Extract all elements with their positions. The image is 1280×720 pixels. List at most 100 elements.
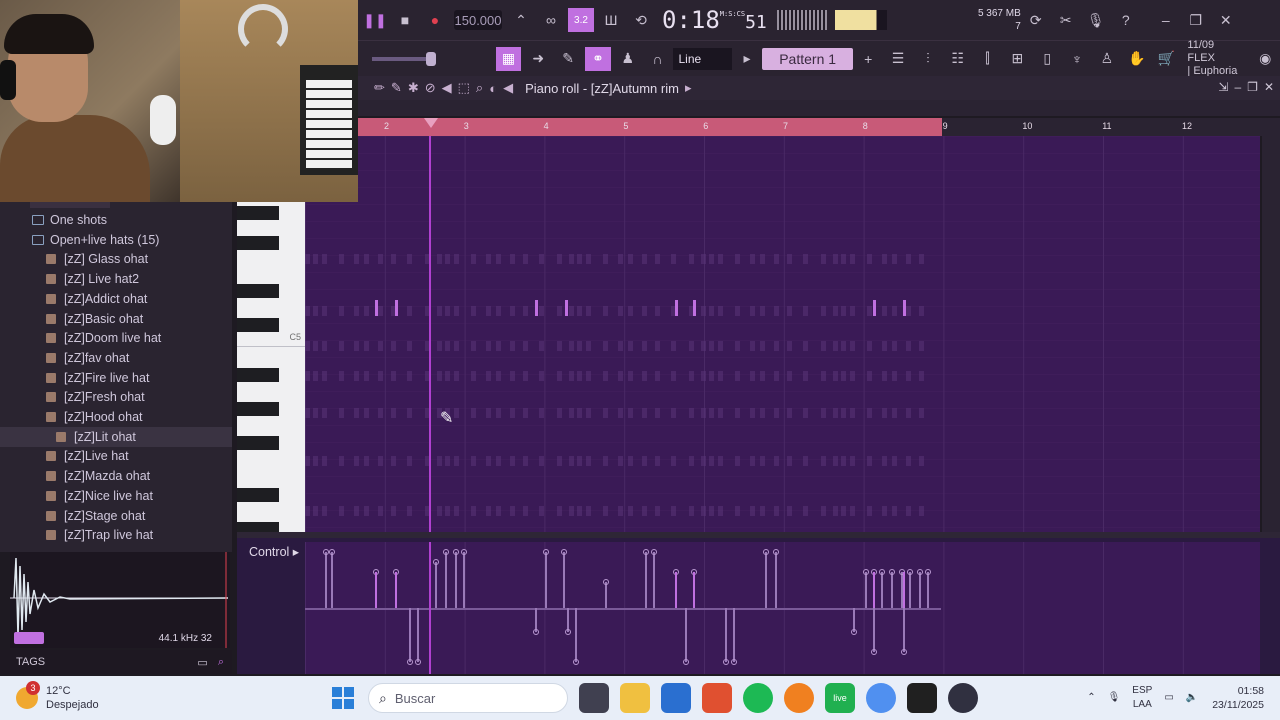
tempo-display[interactable]: 150.000 (454, 10, 502, 30)
taskbar-search[interactable]: ⌕ Buscar (368, 683, 568, 713)
folder-icon[interactable]: ▭ (197, 656, 207, 669)
countdown-icon[interactable]: 3.2 (568, 8, 594, 32)
arrow-right-icon[interactable]: ➜ (525, 47, 551, 71)
loop-record-icon[interactable]: ⟲ (628, 8, 654, 32)
network-icon[interactable]: ▭ (1164, 691, 1173, 705)
browser-folder[interactable]: Open+live hats (15) (0, 230, 232, 250)
playhead-marker[interactable] (424, 118, 438, 128)
browser-file[interactable]: [zZ]Basic ohat (0, 309, 232, 329)
note-grid[interactable] (305, 136, 1260, 532)
store-icon[interactable] (661, 683, 691, 713)
pause-icon[interactable]: ❚❚ (362, 8, 388, 32)
close-icon[interactable]: ✕ (1213, 8, 1239, 32)
browser-file[interactable]: [zZ]Stage ohat (0, 506, 232, 526)
brave-icon[interactable] (702, 683, 732, 713)
browser-file[interactable]: [zZ]Doom live hat (0, 328, 232, 348)
browser-file[interactable]: [zZ]Addict ohat (0, 289, 232, 309)
mic-tray-icon[interactable]: 🎙 (1108, 691, 1121, 705)
delete-icon[interactable]: ✱ (408, 80, 419, 96)
cart-icon[interactable]: 🛒 (1154, 47, 1180, 71)
browser-file[interactable]: [zZ]Lit ohat (0, 426, 232, 447)
menu-arrow-icon[interactable]: ◀ (503, 80, 513, 96)
wait-icon[interactable]: ∞ (538, 8, 564, 32)
hand-icon[interactable]: ✋ (1124, 47, 1150, 71)
slice-icon[interactable]: ◀ (442, 80, 452, 96)
language-indicator[interactable]: ESP LAA (1132, 684, 1152, 712)
task-view-icon[interactable] (579, 683, 609, 713)
clock[interactable]: 01:58 23/11/2025 (1212, 684, 1264, 712)
mic-icon[interactable]: 🎙 (1083, 8, 1109, 32)
control-lane[interactable]: Control ▸ (237, 538, 1280, 674)
brush-icon[interactable]: ✎ (555, 47, 581, 71)
browser-file[interactable]: [zZ] Live hat2 (0, 269, 232, 289)
pr-maximize-icon[interactable]: ❐ (1247, 80, 1258, 94)
pencil-icon[interactable]: ✏ (374, 80, 385, 96)
stamp-icon[interactable]: ♟ (615, 47, 641, 71)
browser-file[interactable]: [zZ]Mazda ohat (0, 466, 232, 486)
metronome-icon[interactable]: ⌃ (508, 8, 534, 32)
pattern-select[interactable]: Pattern 1 (761, 47, 854, 70)
file-explorer-icon[interactable] (620, 683, 650, 713)
weather-widget[interactable]: 3 12°C Despejado (16, 681, 296, 712)
globe-icon[interactable]: ◉ (1252, 47, 1278, 71)
tags-bar[interactable]: TAGS ▭ ⌕ (0, 650, 232, 674)
marker-row[interactable] (358, 100, 1280, 116)
browser-file[interactable]: [zZ]Fresh ohat (0, 387, 232, 407)
piano-roll-icon[interactable]: ▦ (495, 46, 522, 71)
browser-file[interactable]: [zZ]Fire live hat (0, 368, 232, 388)
obs-icon[interactable] (948, 683, 978, 713)
stop-button[interactable]: ■ (392, 8, 418, 32)
record-button[interactable]: ● (422, 8, 448, 32)
preview-play-button[interactable] (14, 632, 44, 644)
fl-studio-icon[interactable] (784, 683, 814, 713)
pr-minimize-icon[interactable]: – (1234, 80, 1241, 94)
magnet-icon[interactable]: ∩ (645, 47, 671, 71)
channel-rack-icon[interactable]: ⫶ (915, 47, 941, 71)
playlist-icon[interactable]: ☰ (885, 47, 911, 71)
browser-file[interactable]: [zZ]fav ohat (0, 348, 232, 368)
browser-file[interactable]: [zZ]Nice live hat (0, 486, 232, 506)
sample-preview[interactable]: 44.1 kHz 32 (10, 552, 230, 648)
velocity-grid[interactable] (305, 542, 1260, 674)
zoom-icon[interactable]: ⌕ (476, 80, 483, 96)
loop-region[interactable] (358, 118, 942, 136)
cut-icon[interactable]: ✂ (1053, 8, 1079, 32)
plugin-icon[interactable]: ♆ (1064, 47, 1090, 71)
browser-file[interactable]: [zZ] Glass ohat (0, 249, 232, 269)
volume-icon[interactable]: 🔈 (1186, 691, 1198, 705)
person-icon[interactable]: ♙ (1094, 47, 1120, 71)
link-icon[interactable]: ⚭ (585, 46, 611, 71)
play-pattern-icon[interactable]: ▸ (734, 47, 760, 71)
help-icon[interactable]: ? (1113, 8, 1139, 32)
browser-file[interactable]: [zZ]Live hat (0, 446, 232, 466)
chevron-up-icon[interactable]: ⌃ (1087, 691, 1095, 705)
snap-select[interactable]: Line (672, 47, 733, 70)
mixer-icon[interactable]: ☷ (945, 47, 971, 71)
live-icon[interactable]: live (825, 683, 855, 713)
copilot-icon[interactable] (866, 683, 896, 713)
control-label[interactable]: Control ▸ (249, 544, 299, 559)
search-tags-icon[interactable]: ⌕ (218, 656, 224, 669)
browser-file[interactable]: [zZ]Hood ohat (0, 407, 232, 427)
timeline-ruler[interactable]: 2 3 4 5 6 7 8 9 10 11 12 (358, 118, 1280, 136)
step-edit-icon[interactable]: Ш (598, 8, 624, 32)
vertical-scrollbar[interactable] (1262, 136, 1280, 532)
tree-icon[interactable]: ⊞ (1004, 47, 1030, 71)
windows-start-icon[interactable] (332, 687, 354, 709)
sliders-icon[interactable]: ⫿ (975, 47, 1001, 71)
pr-close-icon[interactable]: ✕ (1264, 80, 1274, 94)
detach-icon[interactable]: ⇲ (1218, 80, 1228, 94)
browser-file[interactable]: [zZ]Trap live hat (0, 525, 232, 545)
capcut-icon[interactable] (907, 683, 937, 713)
select-icon[interactable]: ⬚ (458, 80, 470, 96)
add-pattern-icon[interactable]: + (855, 47, 881, 71)
browser-folder[interactable]: One shots (0, 210, 232, 230)
file-icon[interactable]: ▯ (1034, 47, 1060, 71)
minimize-icon[interactable]: – (1153, 8, 1179, 32)
refresh-icon[interactable]: ⟳ (1023, 8, 1049, 32)
spotify-icon[interactable] (743, 683, 773, 713)
playback-icon[interactable]: ◐ (489, 81, 497, 96)
mute-icon[interactable]: ⊘ (425, 80, 436, 96)
paint-icon[interactable]: ✎ (391, 80, 402, 96)
restore-icon[interactable]: ❐ (1183, 8, 1209, 32)
